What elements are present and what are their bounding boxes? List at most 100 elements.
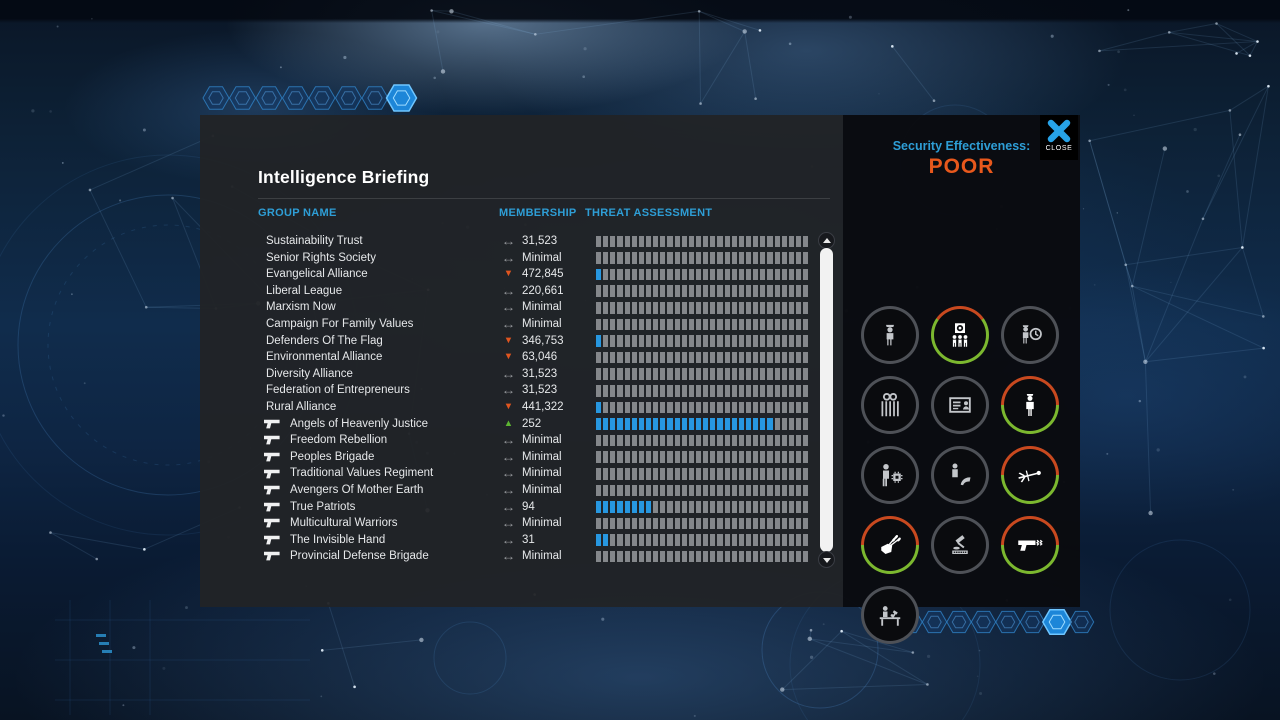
threat-segment bbox=[703, 301, 709, 314]
threat-bar bbox=[596, 351, 809, 364]
threat-segment bbox=[674, 368, 680, 380]
scrollbar-thumb[interactable] bbox=[820, 248, 833, 552]
group-row[interactable]: Freedom Rebellion ↔ Minimal bbox=[200, 432, 843, 449]
threat-segment bbox=[760, 335, 766, 347]
group-row[interactable]: Evangelical Alliance ▼ 472,845 bbox=[200, 266, 843, 283]
group-row[interactable]: Rural Alliance ▼ 441,322 bbox=[200, 399, 843, 416]
threat-bar bbox=[596, 301, 809, 314]
threat-segment bbox=[724, 301, 730, 314]
threat-bar bbox=[596, 335, 809, 347]
threat-bar bbox=[596, 418, 809, 430]
scrollbar[interactable] bbox=[818, 232, 835, 568]
threat-segment bbox=[631, 318, 637, 331]
id-card-icon[interactable] bbox=[925, 370, 995, 440]
threat-segment bbox=[795, 484, 802, 497]
threat-segment bbox=[753, 318, 759, 331]
close-button[interactable]: CLOSE bbox=[1040, 115, 1078, 160]
threat-segment bbox=[753, 252, 759, 264]
threat-segment bbox=[745, 434, 752, 447]
threat-segment bbox=[795, 451, 802, 463]
group-row[interactable]: Senior Rights Society ↔ Minimal bbox=[200, 250, 843, 267]
threat-segment bbox=[674, 451, 680, 463]
group-row[interactable]: Traditional Values Regiment ↔ Minimal bbox=[200, 465, 843, 482]
threat-segment bbox=[603, 501, 609, 513]
informant-hand-icon[interactable] bbox=[855, 510, 925, 580]
trend-flat-icon: ↔ bbox=[501, 516, 516, 531]
threat-segment bbox=[795, 285, 802, 297]
police-officer-icon[interactable] bbox=[855, 300, 925, 370]
threat-segment bbox=[788, 501, 794, 513]
threat-segment bbox=[788, 467, 794, 480]
threat-segment bbox=[731, 418, 737, 430]
group-row[interactable]: Peoples Brigade ↔ Minimal bbox=[200, 449, 843, 466]
policy-ring bbox=[931, 446, 989, 504]
militant-gun-icon bbox=[264, 551, 280, 561]
threat-segment bbox=[617, 301, 623, 314]
group-row[interactable]: Liberal League ↔ 220,661 bbox=[200, 283, 843, 300]
cctv-surveillance-icon[interactable] bbox=[925, 300, 995, 370]
group-row[interactable]: Environmental Alliance ▼ 63,046 bbox=[200, 349, 843, 366]
detention-clock-icon[interactable] bbox=[995, 300, 1065, 370]
group-row[interactable]: Provincial Defense Brigade ↔ Minimal bbox=[200, 548, 843, 565]
court-gavel-icon[interactable] bbox=[925, 510, 995, 580]
threat-segment bbox=[745, 517, 752, 530]
threat-segment bbox=[645, 467, 652, 480]
threat-segment bbox=[795, 318, 802, 331]
threat-segment bbox=[738, 451, 744, 463]
group-row[interactable]: Defenders Of The Flag ▼ 346,753 bbox=[200, 333, 843, 350]
threat-segment bbox=[617, 235, 623, 248]
group-name: Angels of Heavenly Justice bbox=[290, 417, 429, 430]
threat-segment bbox=[624, 335, 630, 347]
threat-segment bbox=[610, 368, 616, 380]
group-row[interactable]: Federation of Entrepreneurs ↔ 31,523 bbox=[200, 382, 843, 399]
wiretapping-icon[interactable] bbox=[925, 440, 995, 510]
group-name: Rural Alliance bbox=[266, 400, 337, 413]
membership-value: 31,523 bbox=[522, 384, 558, 397]
policy-icon-glyph bbox=[934, 519, 986, 571]
threat-segment bbox=[710, 285, 716, 297]
indefinite-prison-icon[interactable] bbox=[855, 370, 925, 440]
scroll-up-button[interactable] bbox=[818, 232, 835, 249]
threat-segment bbox=[645, 434, 652, 447]
threat-segment bbox=[717, 301, 723, 314]
group-row[interactable]: Sustainability Trust ↔ 31,523 bbox=[200, 233, 843, 250]
group-row[interactable]: True Patriots ↔ 94 bbox=[200, 499, 843, 516]
threat-segment bbox=[603, 401, 609, 414]
threat-segment bbox=[753, 451, 759, 463]
threat-segment bbox=[645, 368, 652, 380]
group-row[interactable]: Diversity Alliance ↔ 31,523 bbox=[200, 366, 843, 383]
threat-segment bbox=[624, 418, 630, 430]
threat-segment bbox=[688, 517, 694, 530]
armed-guard-icon[interactable] bbox=[995, 370, 1065, 440]
group-row[interactable]: The Invisible Hand ↔ 31 bbox=[200, 532, 843, 549]
threat-segment bbox=[624, 550, 630, 563]
threat-segment bbox=[717, 434, 723, 447]
threat-segment bbox=[774, 351, 780, 364]
threat-segment bbox=[610, 434, 616, 447]
interrogation-icon[interactable] bbox=[855, 580, 925, 650]
threat-segment bbox=[603, 534, 609, 546]
threat-segment bbox=[788, 351, 794, 364]
group-row[interactable]: Multicultural Warriors ↔ Minimal bbox=[200, 515, 843, 532]
threat-segment bbox=[603, 368, 609, 380]
group-row[interactable]: Marxism Now ↔ Minimal bbox=[200, 299, 843, 316]
threat-segment bbox=[688, 384, 694, 397]
policy-icon-glyph bbox=[864, 449, 916, 501]
silenced-pistol-icon[interactable] bbox=[995, 510, 1065, 580]
scroll-down-button[interactable] bbox=[818, 551, 835, 568]
threat-segment bbox=[788, 451, 794, 463]
threat-segment bbox=[667, 252, 673, 264]
microchip-implant-icon[interactable] bbox=[855, 440, 925, 510]
threat-segment bbox=[617, 401, 623, 414]
drone-strike-icon[interactable] bbox=[995, 440, 1065, 510]
threat-segment bbox=[596, 318, 602, 331]
threat-segment bbox=[674, 384, 680, 397]
threat-segment bbox=[760, 517, 766, 530]
group-row[interactable]: Campaign For Family Values ↔ Minimal bbox=[200, 316, 843, 333]
group-row[interactable]: Avengers Of Mother Earth ↔ Minimal bbox=[200, 482, 843, 499]
threat-segment bbox=[781, 501, 787, 513]
policy-ring bbox=[931, 306, 989, 364]
threat-segment bbox=[660, 384, 666, 397]
group-row[interactable]: Angels of Heavenly Justice ▲ 252 bbox=[200, 416, 843, 433]
threat-segment bbox=[617, 335, 623, 347]
